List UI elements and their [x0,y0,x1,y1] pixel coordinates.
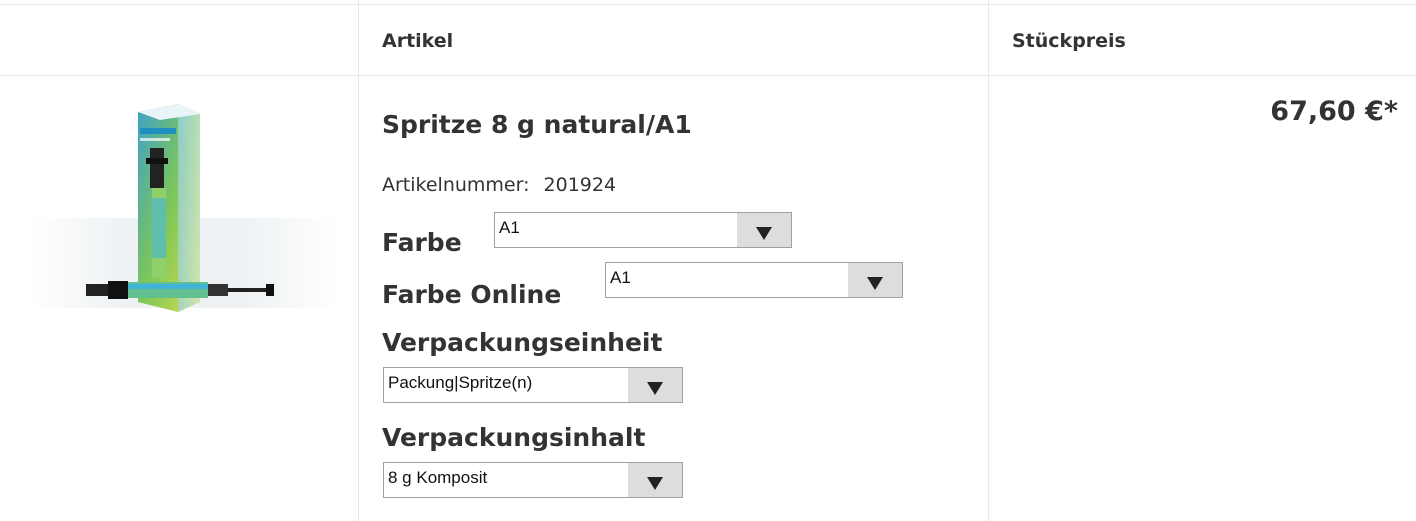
column-header-article: Artikel [382,30,454,52]
farbe-online-dropdown-button[interactable] [848,263,902,297]
article-number-value: 201924 [543,174,617,196]
unit-price: 67,60 €* [1270,96,1398,127]
header-bottom-border [0,75,1416,76]
verpackungseinheit-select[interactable]: Packung|Spritze(n) [383,367,683,403]
verpackungseinheit-dropdown-button[interactable] [628,368,682,402]
triangle-down-icon [867,277,883,290]
column-divider-right [988,0,989,521]
column-header-unit-price: Stückpreis [1012,30,1126,52]
farbe-online-select[interactable]: A1 [605,262,903,298]
verpackungseinheit-select-value: Packung|Spritze(n) [388,373,533,392]
triangle-down-icon [647,382,663,395]
header-top-border [0,4,1416,5]
verpackungsinhalt-select-value: 8 g Komposit [388,468,488,487]
farbe-online-select-value: A1 [610,268,631,287]
verpackungseinheit-label: Verpackungseinheit [382,328,663,357]
farbe-label: Farbe [382,228,462,257]
verpackungsinhalt-label: Verpackungsinhalt [382,423,646,452]
article-number: Artikelnummer: 201924 [382,174,616,196]
article-number-label: Artikelnummer: [382,174,530,196]
farbe-online-label: Farbe Online [382,280,562,309]
verpackungsinhalt-select[interactable]: 8 g Komposit [383,462,683,498]
triangle-down-icon [647,477,663,490]
product-image[interactable] [28,98,340,322]
product-title[interactable]: Spritze 8 g natural/A1 [382,110,692,139]
verpackungsinhalt-dropdown-button[interactable] [628,463,682,497]
farbe-dropdown-button[interactable] [737,213,791,247]
farbe-select-value: A1 [499,218,520,237]
farbe-select[interactable]: A1 [494,212,792,248]
triangle-down-icon [756,227,772,240]
column-divider-left [358,0,359,521]
